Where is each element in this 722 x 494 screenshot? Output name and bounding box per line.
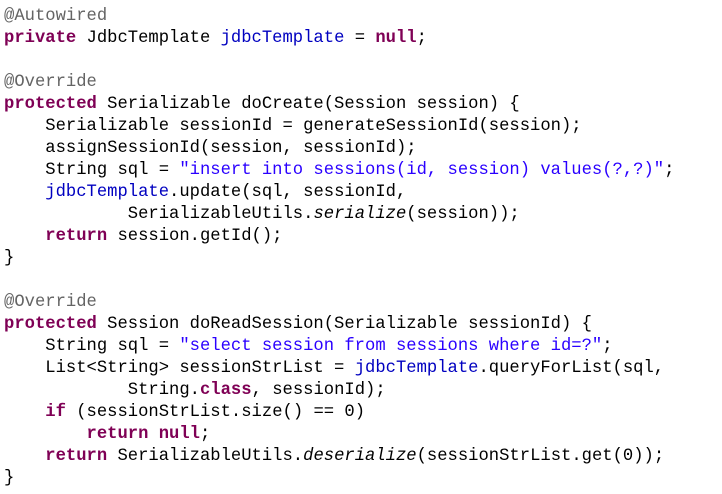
code-line: jdbcTemplate.update(sql, sessionId, xyxy=(4,182,720,204)
keyword-token: return xyxy=(86,425,149,444)
code-token: , sessionId); xyxy=(251,381,386,400)
code-line: String sql = "select session from sessio… xyxy=(4,336,720,358)
code-token: } xyxy=(4,249,15,268)
code-line: assignSessionId(session, sessionId); xyxy=(4,138,720,160)
code-line: SerializableUtils.serialize(session)); xyxy=(4,204,720,226)
code-line: @Override xyxy=(4,292,720,314)
code-line: @Override xyxy=(4,72,720,94)
code-token: Serializable sessionId = generateSession… xyxy=(4,117,582,136)
keyword-token: protected xyxy=(4,95,97,114)
static-method-token: deserialize xyxy=(303,447,417,466)
code-line: } xyxy=(4,248,720,270)
static-method-token: serialize xyxy=(313,205,407,224)
code-token: .update(sql, sessionId, xyxy=(169,183,407,202)
code-line: @Autowired xyxy=(4,6,720,28)
code-line: return null; xyxy=(4,424,720,446)
field-token: jdbcTemplate xyxy=(45,183,170,202)
code-token: (session)); xyxy=(406,205,520,224)
code-line: } xyxy=(4,468,720,490)
keyword-token: return xyxy=(45,447,108,466)
code-token: Serializable doCreate(Session session) { xyxy=(96,95,520,114)
code-token: String sql = xyxy=(4,161,180,180)
keyword-token: null xyxy=(158,425,200,444)
code-token: .queryForList(sql, xyxy=(478,359,665,378)
code-token: ; xyxy=(200,425,211,444)
annotation-token: @Override xyxy=(4,293,97,312)
code-token: String sql = xyxy=(4,337,180,356)
keyword-token: private xyxy=(4,29,77,48)
code-token: session.getId(); xyxy=(107,227,283,246)
code-line: private JdbcTemplate jdbcTemplate = null… xyxy=(4,28,720,50)
string-literal: "insert into sessions(id, session) value… xyxy=(179,161,665,180)
code-line: List<String> sessionStrList = jdbcTempla… xyxy=(4,358,720,380)
code-token: assignSessionId(session, sessionId); xyxy=(4,139,417,158)
code-token: JdbcTemplate xyxy=(76,29,221,48)
code-line: protected Serializable doCreate(Session … xyxy=(4,94,720,116)
code-token: SerializableUtils. xyxy=(4,205,314,224)
keyword-token: null xyxy=(375,29,417,48)
keyword-token: protected xyxy=(4,315,97,334)
string-literal: "select session from sessions where id=?… xyxy=(179,337,603,356)
code-token: ; xyxy=(602,337,613,356)
field-token: jdbcTemplate xyxy=(354,359,479,378)
code-token: SerializableUtils. xyxy=(107,447,304,466)
code-editor[interactable]: @Autowired private JdbcTemplate jdbcTempl… xyxy=(4,6,720,490)
field-token: jdbcTemplate xyxy=(220,29,345,48)
code-token: ; xyxy=(664,161,675,180)
annotation-token: @Autowired xyxy=(4,7,108,26)
keyword-token: return xyxy=(45,227,108,246)
code-line: protected Session doReadSession(Serializ… xyxy=(4,314,720,336)
annotation-token: @Override xyxy=(4,73,97,92)
code-line: return SerializableUtils.deserialize(ses… xyxy=(4,446,720,468)
code-token: List<String> sessionStrList = xyxy=(4,359,355,378)
code-line: String sql = "insert into sessions(id, s… xyxy=(4,160,720,182)
code-token: String. xyxy=(4,381,200,400)
code-line: return session.getId(); xyxy=(4,226,720,248)
keyword-token: if xyxy=(45,403,66,422)
code-line: Serializable sessionId = generateSession… xyxy=(4,116,720,138)
code-token: (sessionStrList.get(0)); xyxy=(416,447,665,466)
code-line: String.class, sessionId); xyxy=(4,380,720,402)
keyword-token: class xyxy=(199,381,252,400)
code-token: ; xyxy=(416,29,427,48)
code-token: (sessionStrList.size() == 0) xyxy=(65,403,366,422)
code-line: if (sessionStrList.size() == 0) xyxy=(4,402,720,424)
code-token: } xyxy=(4,469,15,488)
code-token: Session doReadSession(Serializable sessi… xyxy=(96,315,592,334)
code-token: = xyxy=(344,29,376,48)
